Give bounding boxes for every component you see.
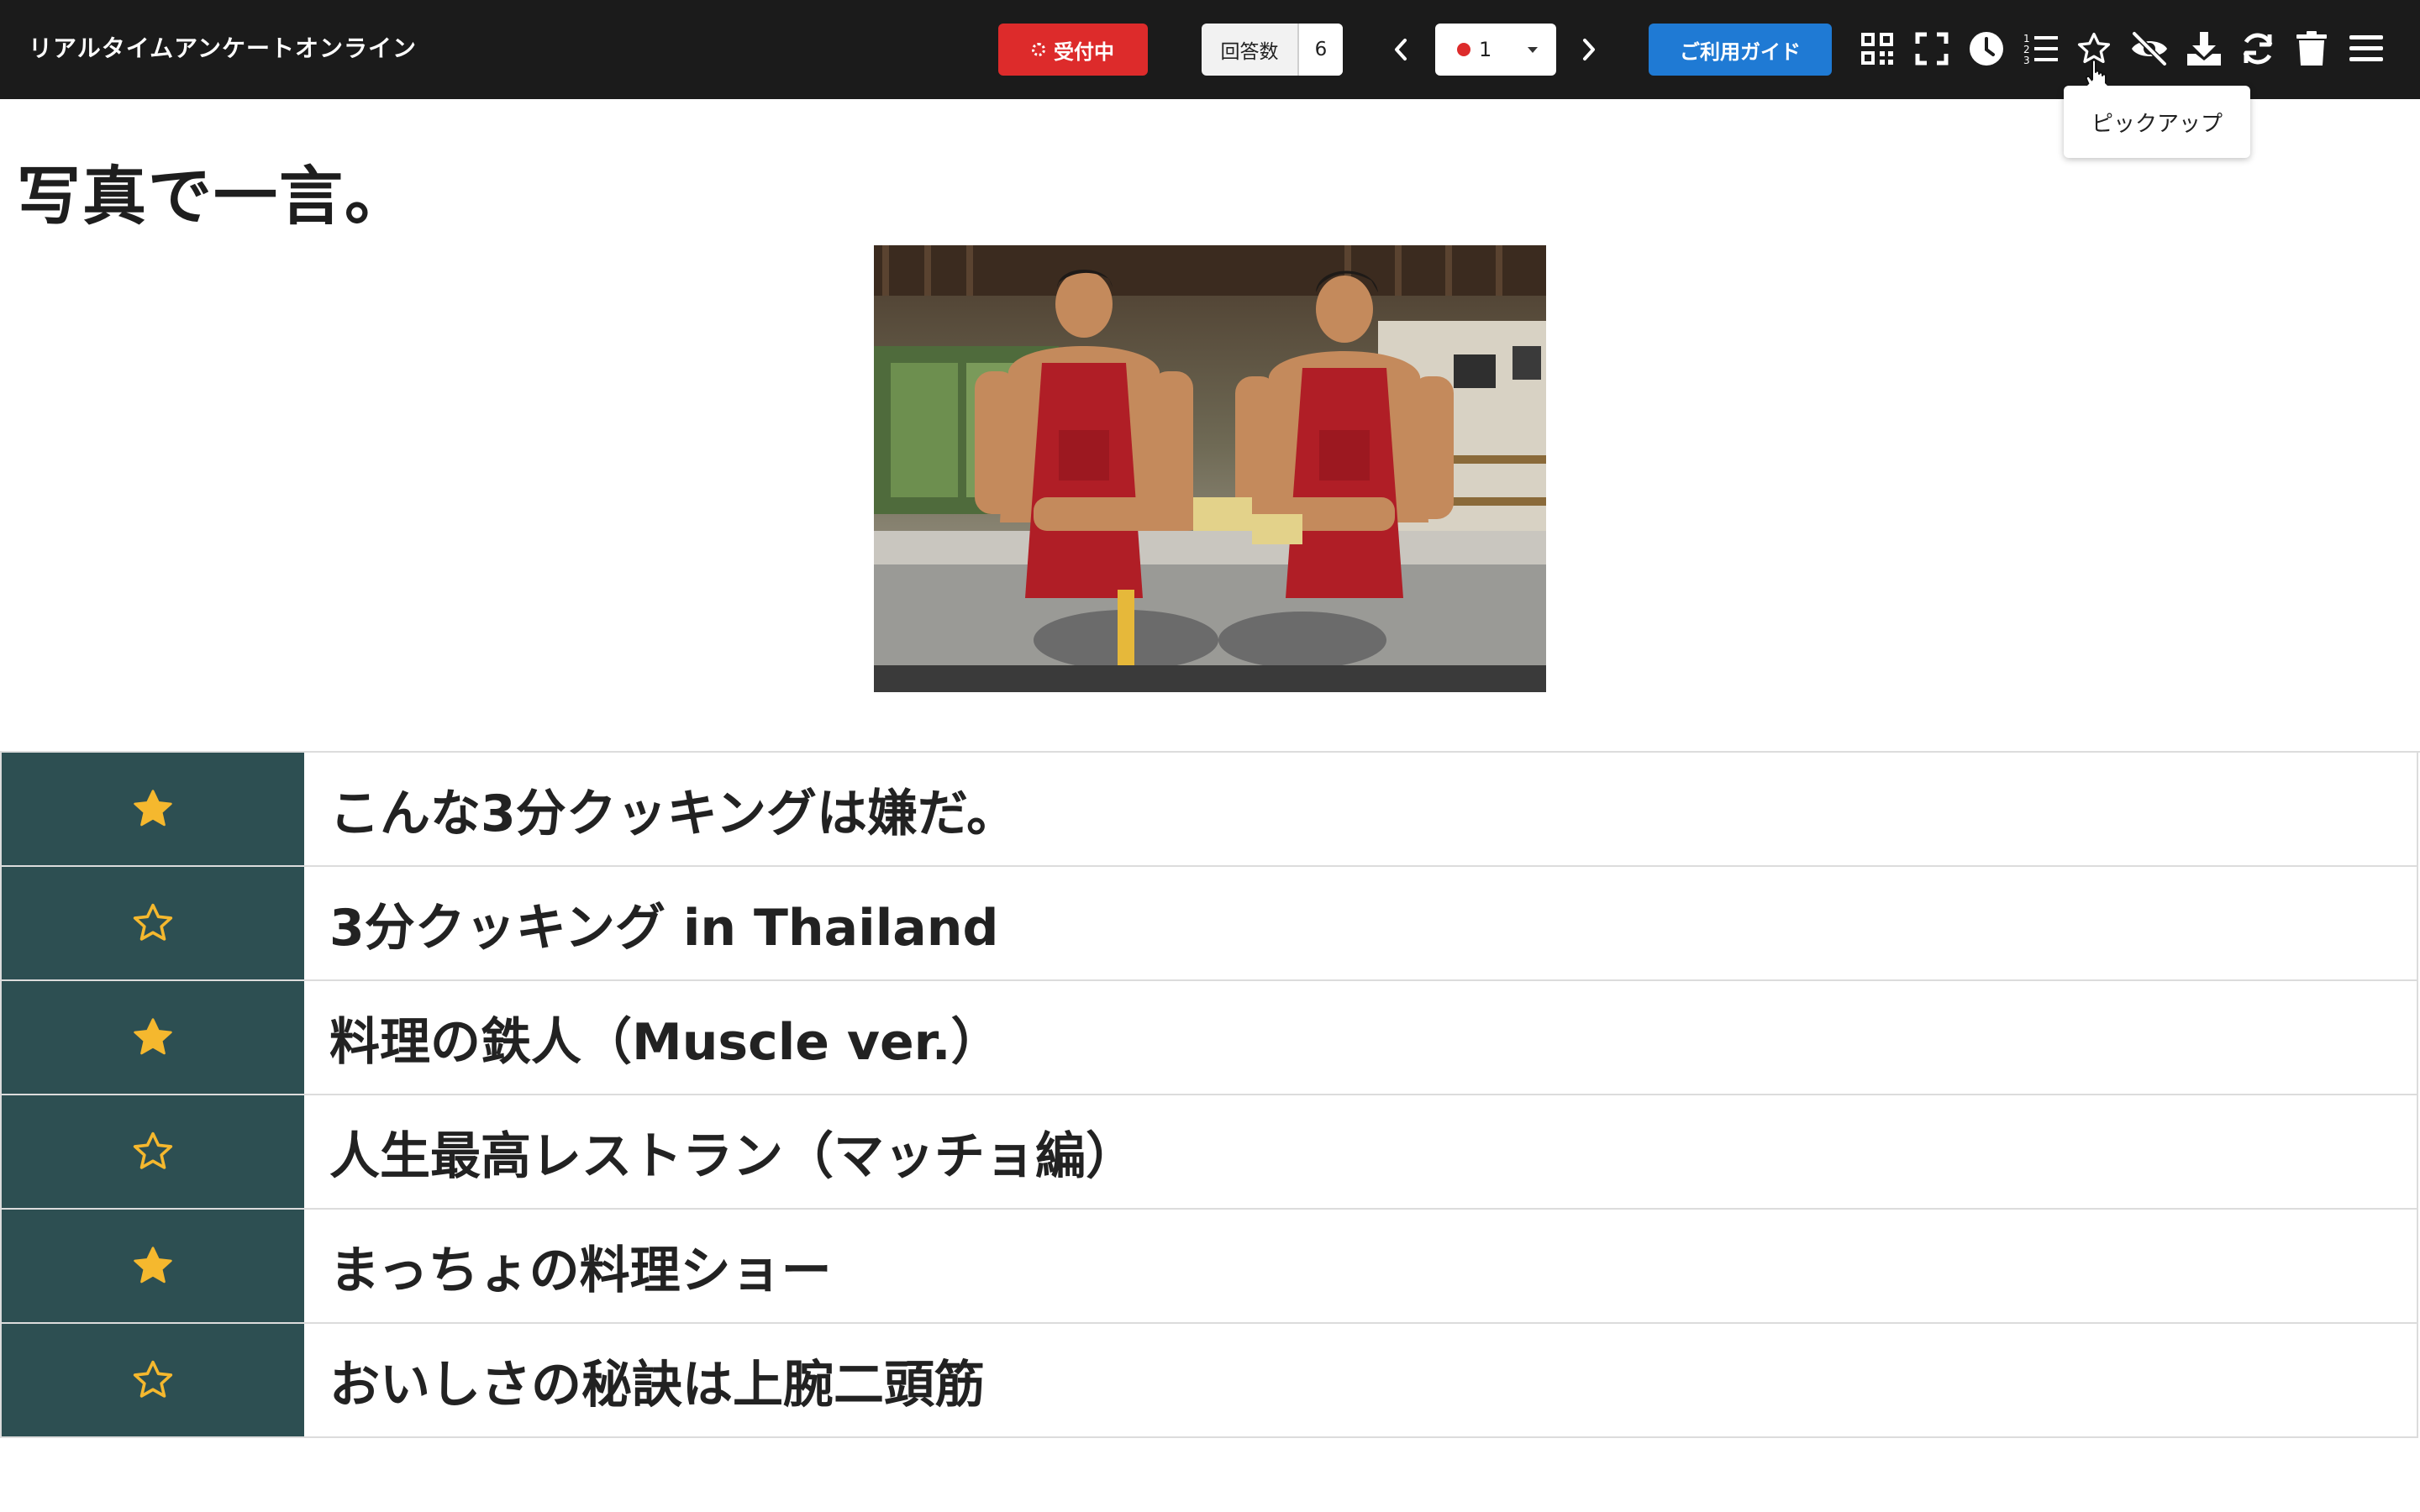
star-filled-icon	[134, 1247, 172, 1284]
svg-text:3: 3	[2023, 55, 2030, 66]
pickup-toggle[interactable]	[2, 753, 304, 865]
answer-count-value: 6	[1299, 24, 1343, 76]
pickup-toggle[interactable]	[2, 1210, 304, 1322]
menu-icon	[2349, 35, 2383, 61]
numbered-list-icon: 1 2 3	[2023, 33, 2058, 66]
download-button[interactable]	[2184, 29, 2224, 69]
answer-text: 3分クッキング in Thailand	[329, 898, 999, 958]
answer-text: おいしさの秘訣は上腕二頭筋	[329, 1355, 985, 1415]
answer-row: 料理の鉄人（Muscle ver.）	[0, 981, 2418, 1095]
spinner-icon	[1032, 43, 1045, 56]
next-question-button[interactable]	[1568, 25, 1610, 74]
app-title: リアルタイムアンケートオンライン	[29, 34, 418, 62]
chevron-left-icon	[1395, 39, 1407, 60]
menu-button[interactable]	[2346, 29, 2386, 69]
question-select-value: 1	[1479, 38, 1492, 61]
answer-row: おいしさの秘訣は上腕二頭筋	[0, 1324, 2418, 1438]
answer-list: こんな3分クッキングは嫌だ。 3分クッキング in Thailand 料理の鉄人…	[0, 751, 2420, 1438]
answer-text: こんな3分クッキングは嫌だ。	[329, 784, 1018, 843]
qr-code-button[interactable]	[1857, 29, 1897, 69]
fullscreen-icon	[1915, 32, 1949, 66]
pickup-toggle[interactable]	[2, 981, 304, 1094]
refresh-button[interactable]	[2238, 29, 2278, 69]
download-icon	[2187, 32, 2221, 66]
delete-button[interactable]	[2291, 29, 2332, 69]
hide-button[interactable]	[2129, 29, 2170, 69]
question-photo-image	[874, 245, 1546, 692]
qr-code-icon	[1861, 33, 1893, 65]
clock-icon	[1970, 32, 2003, 66]
status-dot	[1457, 43, 1470, 56]
guide-button[interactable]: ご利用ガイド	[1649, 24, 1832, 76]
refresh-icon	[2243, 33, 2273, 65]
status-label: 受付中	[1054, 39, 1114, 64]
question-title: 写真で一言。	[17, 159, 410, 234]
top-bar: リアルタイムアンケートオンライン 受付中 回答数 6 1 ご利用ガイド 1 2 …	[0, 0, 2420, 99]
star-outline-icon	[133, 1360, 173, 1398]
answer-row: 3分クッキング in Thailand	[0, 867, 2418, 981]
star-filled-icon	[134, 790, 172, 827]
trash-icon	[2296, 31, 2327, 66]
prev-question-button[interactable]	[1380, 25, 1422, 74]
answer-count-box: 回答数 6	[1202, 24, 1343, 76]
star-outline-icon	[133, 1131, 173, 1169]
answer-count-label: 回答数	[1202, 24, 1299, 76]
answer-row: こんな3分クッキングは嫌だ。	[0, 753, 2418, 867]
ranking-button[interactable]: 1 2 3	[2021, 29, 2061, 69]
status-button[interactable]: 受付中	[998, 24, 1148, 76]
question-photo	[874, 245, 1546, 692]
pickup-toggle[interactable]	[2, 1095, 304, 1208]
eye-slash-icon	[2132, 31, 2167, 66]
svg-text:2: 2	[2023, 44, 2030, 55]
timer-button[interactable]	[1966, 29, 2007, 69]
pickup-toggle[interactable]	[2, 867, 304, 979]
svg-text:1: 1	[2023, 33, 2030, 45]
star-outline-icon	[133, 903, 173, 941]
caret-down-icon	[1528, 46, 1538, 53]
fullscreen-button[interactable]	[1912, 29, 1952, 69]
answer-row: 人生最高レストラン（マッチョ編）	[0, 1095, 2418, 1210]
answer-row: まっちょの料理ショー	[0, 1210, 2418, 1324]
star-filled-icon	[134, 1018, 172, 1055]
chevron-right-icon	[1583, 39, 1595, 60]
pickup-tooltip: ピックアップ	[2064, 76, 2250, 158]
answer-text: 料理の鉄人（Muscle ver.）	[329, 1012, 1002, 1072]
answer-text: 人生最高レストラン（マッチョ編）	[329, 1126, 1136, 1186]
question-select[interactable]: 1	[1435, 24, 1556, 76]
pickup-toggle[interactable]	[2, 1324, 304, 1436]
answer-text: まっちょの料理ショー	[329, 1241, 832, 1300]
